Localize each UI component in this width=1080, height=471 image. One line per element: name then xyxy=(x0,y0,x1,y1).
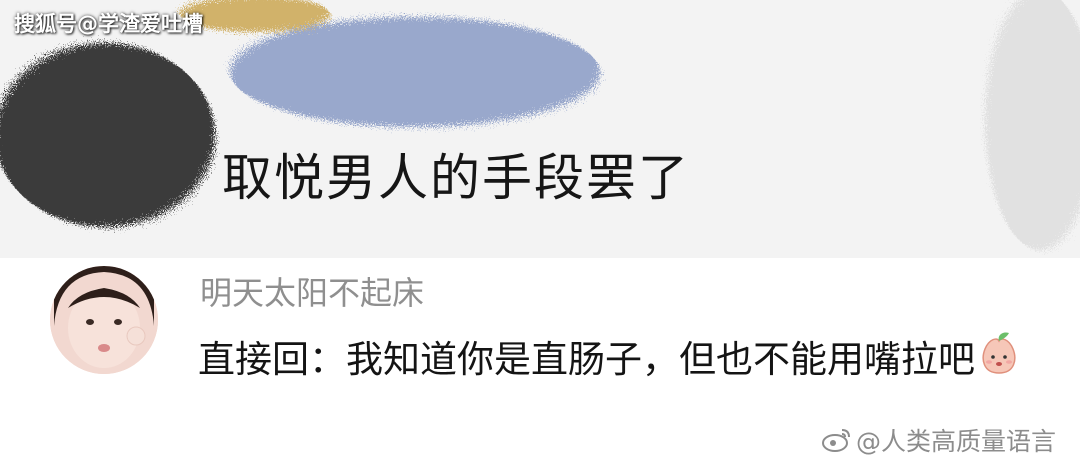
comment-body: 直接回：我知道你是直肠子，但也不能用嘴拉吧 xyxy=(198,330,1048,392)
weibo-watermark: @人类高质量语言 xyxy=(822,422,1056,458)
comment-text: 直接回：我知道你是直肠子，但也不能用嘴拉吧 xyxy=(198,338,975,381)
weibo-icon xyxy=(822,429,850,452)
post-snippet-text: 取悦男人的手段罢了 xyxy=(222,149,690,207)
comment-username[interactable]: 明天太阳不起床 xyxy=(200,268,424,314)
avatar[interactable] xyxy=(50,266,158,374)
quoted-post-screenshot: 取悦男人的手段罢了 搜狐号@学渣爱吐槽 xyxy=(0,0,1080,258)
girl-face-icon xyxy=(50,266,158,374)
blue-scribble xyxy=(230,17,600,127)
redaction-scribbles xyxy=(0,0,1080,250)
black-scribble xyxy=(0,43,215,227)
peach-face-emoji-icon xyxy=(979,331,1019,392)
grey-edge-smudge xyxy=(985,0,1080,250)
source-watermark: 搜狐号@学渣爱吐槽 xyxy=(14,12,203,36)
watermark-text: @人类高质量语言 xyxy=(856,427,1057,456)
